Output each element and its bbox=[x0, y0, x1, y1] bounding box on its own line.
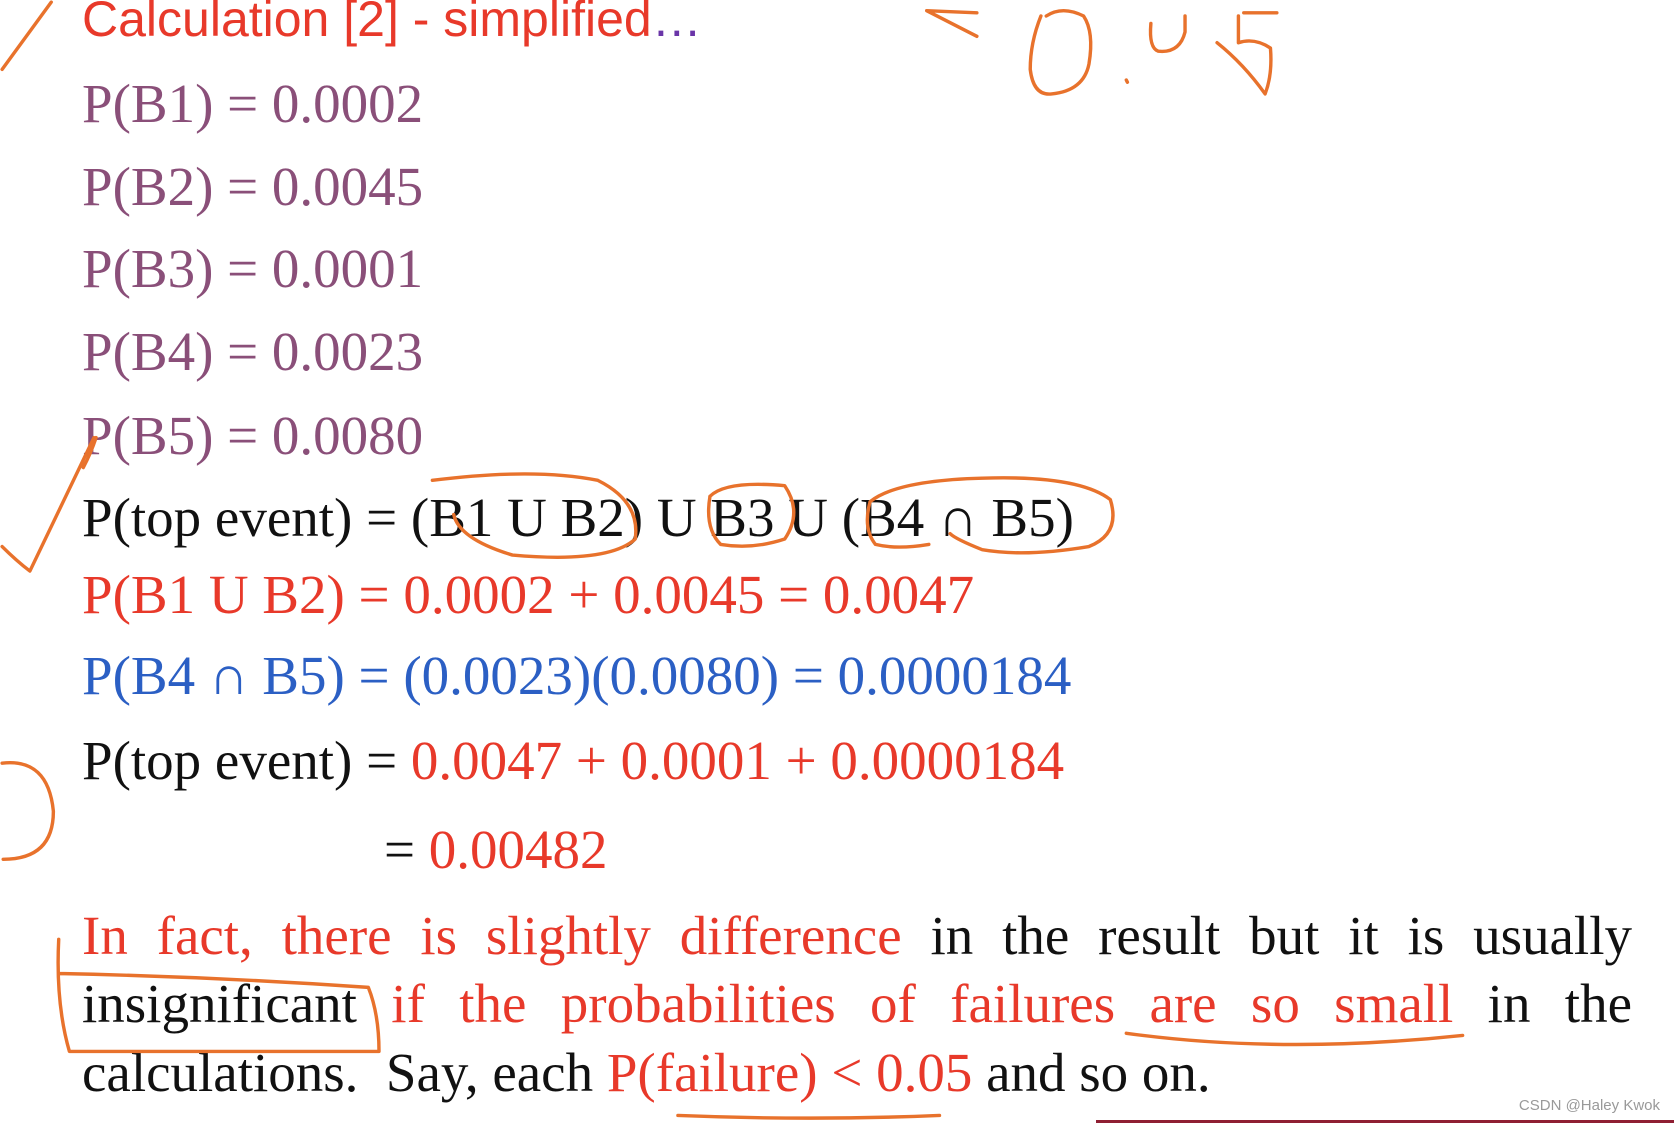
prob-b1: P(B1) = 0.0002 bbox=[82, 73, 424, 134]
para-black-text: and so on. bbox=[972, 1042, 1211, 1103]
checkmark-top-stroke bbox=[0, 0, 53, 72]
title-text: Calculation [2] - simplified bbox=[82, 0, 652, 47]
top-event-label: P(top event) bbox=[82, 730, 353, 791]
top-event-result: = 0.00482 bbox=[384, 822, 608, 877]
handwritten-five-b bbox=[1215, 11, 1279, 96]
para-black-text: insignificant bbox=[82, 973, 357, 1034]
less-than-mark bbox=[924, 8, 979, 39]
equals: = bbox=[384, 819, 429, 880]
equals: = bbox=[352, 730, 411, 791]
para-black-text: calculations. Say, each bbox=[82, 1042, 607, 1103]
handwritten-five-a bbox=[1148, 14, 1187, 54]
para-red-text: In fact, there is slightly difference bbox=[82, 905, 902, 966]
intersection-calculation: P(B4 ∩ B5) = (0.0023)(0.0080) = 0.000018… bbox=[82, 645, 1072, 706]
top-event-expression: P(top event) = (B1 U B2) U B3 U (B4 ∩ B5… bbox=[82, 487, 1074, 548]
watermark: CSDN @Haley Kwok bbox=[1518, 1097, 1660, 1114]
union-calculation: P(B1 U B2) = 0.0002 + 0.0045 = 0.0047 bbox=[82, 564, 975, 625]
title-ellipsis: … bbox=[651, 0, 702, 47]
result-value: 0.00482 bbox=[428, 819, 608, 880]
para-red-text: if the probabilities of failures are so … bbox=[356, 973, 1454, 1034]
paragraph-line-2: insignificant if the probabilities of fa… bbox=[82, 976, 1632, 1031]
handwritten-dot bbox=[1124, 78, 1130, 84]
para-red-text: P(failure) < 0.05 bbox=[606, 1042, 973, 1103]
prob-b4: P(B4) = 0.0023 bbox=[82, 321, 424, 382]
circled-three bbox=[0, 761, 56, 861]
top-event-sum: 0.0047 + 0.0001 + 0.0000184 bbox=[410, 730, 1065, 791]
prob-b5: P(B5) = 0.0080 bbox=[82, 405, 424, 466]
footer-rule bbox=[1096, 1120, 1674, 1123]
underline-p-failure bbox=[676, 1113, 942, 1120]
para-black-text: in the result but it is usually bbox=[901, 905, 1632, 966]
prob-b2: P(B2) = 0.0045 bbox=[82, 156, 424, 217]
handwritten-zero bbox=[1028, 8, 1093, 96]
prob-b3: P(B3) = 0.0001 bbox=[82, 238, 424, 299]
top-event-calculation: P(top event) = 0.0047 + 0.0001 + 0.00001… bbox=[82, 733, 1064, 788]
paragraph-line-3: calculations. Say, each P(failure) < 0.0… bbox=[82, 1045, 1632, 1100]
slide-title: Calculation [2] - simplified… bbox=[82, 0, 702, 44]
para-black-text: in the bbox=[1453, 973, 1632, 1034]
paragraph-line-1: In fact, there is slightly difference in… bbox=[82, 908, 1632, 963]
